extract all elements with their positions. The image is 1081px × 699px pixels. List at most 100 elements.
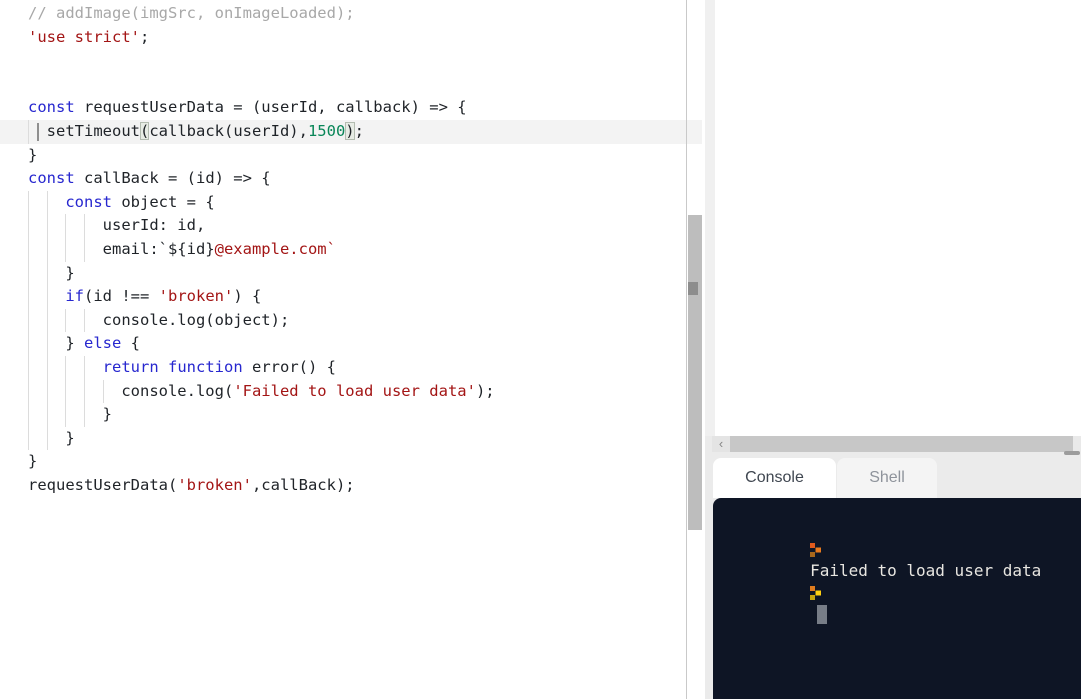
code-line[interactable]: console.log('Failed to load user data'); — [0, 379, 702, 404]
code-line[interactable]: 'use strict'; — [0, 26, 702, 50]
code-line[interactable]: } — [0, 450, 702, 474]
chevron-left-icon: ‹ — [718, 436, 724, 451]
editor-scrollbar-separator — [686, 0, 687, 699]
code-token: else — [84, 334, 122, 353]
indent-guide — [28, 119, 29, 144]
code-token: function — [168, 357, 243, 376]
console-input-line — [733, 560, 1081, 624]
code-token: const — [65, 192, 112, 211]
code-line[interactable]: } else { — [0, 332, 702, 356]
indent-guide — [28, 190, 29, 215]
indent-guide — [83, 308, 85, 333]
code-token: ) { — [233, 287, 262, 306]
code-token: requestUserData( — [28, 475, 178, 494]
code-token: callback(userId), — [149, 121, 308, 140]
indent-guide — [46, 190, 48, 215]
code-token: if — [65, 287, 84, 306]
code-token: 'use strict' — [28, 27, 140, 46]
code-token: ; — [354, 121, 364, 140]
indent-guide — [102, 379, 104, 404]
code-token: { — [121, 334, 140, 353]
code-token: console.log( — [28, 381, 234, 400]
code-token: const — [28, 169, 75, 188]
indent-guide — [83, 237, 85, 262]
indent-guide — [28, 214, 29, 238]
tab-shell[interactable]: Shell — [837, 458, 937, 498]
code-token: userId: id, — [28, 216, 206, 235]
code-editor-pane[interactable]: // addImage(imgSrc, onImageLoaded); 'use … — [0, 0, 705, 699]
indent-guide — [28, 261, 29, 286]
ide-window: // addImage(imgSrc, onImageLoaded); 'use … — [0, 0, 1081, 699]
code-line[interactable]: email:`${id}@example.com` — [0, 237, 702, 262]
code-token: } — [28, 452, 38, 471]
horizontal-scrollbar-thumb[interactable] — [730, 436, 1073, 452]
indent-guide — [46, 332, 48, 356]
code-token: } — [28, 405, 112, 424]
console-output-panel[interactable]: Failed to load user data — [713, 498, 1081, 699]
scroll-left-button[interactable]: ‹ — [712, 436, 730, 452]
indent-guide — [83, 379, 85, 404]
drawer-resize-handle-icon[interactable] — [1064, 451, 1080, 455]
code-token: @example.com` — [214, 239, 336, 258]
tab-console[interactable]: Console — [713, 458, 836, 498]
code-line[interactable]: } — [0, 144, 702, 168]
indent-guide — [65, 237, 67, 262]
indent-guide — [28, 355, 29, 380]
code-token: object = { — [112, 192, 215, 211]
code-token: ; — [139, 27, 150, 46]
code-token: ) — [345, 121, 355, 140]
code-line[interactable] — [0, 73, 702, 97]
indent-guide — [46, 355, 48, 380]
code-token: 1500 — [307, 121, 346, 140]
indent-guide — [28, 237, 29, 262]
code-line[interactable]: return function error() { — [0, 355, 702, 380]
code-line[interactable] — [0, 49, 702, 73]
code-token: ); — [475, 381, 495, 400]
code-token: console.log(object); — [28, 310, 290, 329]
indent-guide — [46, 214, 48, 238]
code-token: const — [28, 98, 75, 117]
code-line[interactable]: const requestUserData = (userId, callbac… — [0, 96, 702, 120]
code-line[interactable]: userId: id, — [0, 214, 702, 238]
code-line[interactable]: requestUserData('broken',callBack); — [0, 474, 702, 498]
terminal-cursor — [817, 605, 828, 624]
indent-guide — [65, 214, 67, 238]
code-token: requestUserData = (userId, callback) => … — [74, 98, 467, 117]
code-token: } — [28, 263, 75, 282]
indent-guide — [83, 403, 85, 427]
code-line[interactable]: if(id !== 'broken') { — [0, 285, 702, 309]
code-line[interactable]: const callBack = (id) => { — [0, 167, 702, 191]
console-drawer: ‹ Console Shell Failed to load user data — [705, 436, 1081, 699]
indent-guide — [46, 308, 48, 333]
indent-guide — [28, 403, 29, 427]
code-token: } — [28, 145, 38, 164]
indent-guide — [83, 355, 85, 380]
indent-guide — [46, 285, 48, 309]
code-line[interactable]: const object = { — [0, 190, 702, 215]
code-token: } — [28, 334, 84, 353]
code-line[interactable]: } — [0, 403, 702, 427]
code-token: 'broken' — [158, 287, 234, 306]
code-line[interactable]: console.log(object); — [0, 308, 702, 333]
code-token: setTimeout — [28, 121, 140, 140]
code-line[interactable]: } — [0, 261, 702, 286]
indent-guide — [46, 261, 48, 286]
code-token: ,callBack); — [251, 475, 355, 494]
code-line[interactable]: // addImage(imgSrc, onImageLoaded); — [0, 2, 702, 26]
editor-scrollbar-thumb[interactable] — [688, 215, 702, 530]
console-prompt-line — [733, 517, 1081, 557]
code-line[interactable]: } — [0, 426, 702, 451]
indent-guide — [65, 308, 67, 333]
indent-guide — [28, 285, 29, 309]
code-token: callBack = (id) => { — [74, 169, 271, 188]
indent-guide — [28, 308, 29, 333]
indent-guide — [28, 379, 29, 404]
preview-horizontal-scrollbar[interactable]: ‹ — [712, 436, 1081, 452]
code-area[interactable]: // addImage(imgSrc, onImageLoaded); 'use … — [0, 2, 705, 497]
code-token: 'Failed to load user data' — [233, 381, 476, 400]
indent-guide — [46, 426, 48, 451]
code-token: error() { — [242, 357, 336, 376]
indent-guide — [65, 355, 67, 380]
code-line[interactable]: setTimeout(callback(userId),1500); — [0, 119, 702, 144]
